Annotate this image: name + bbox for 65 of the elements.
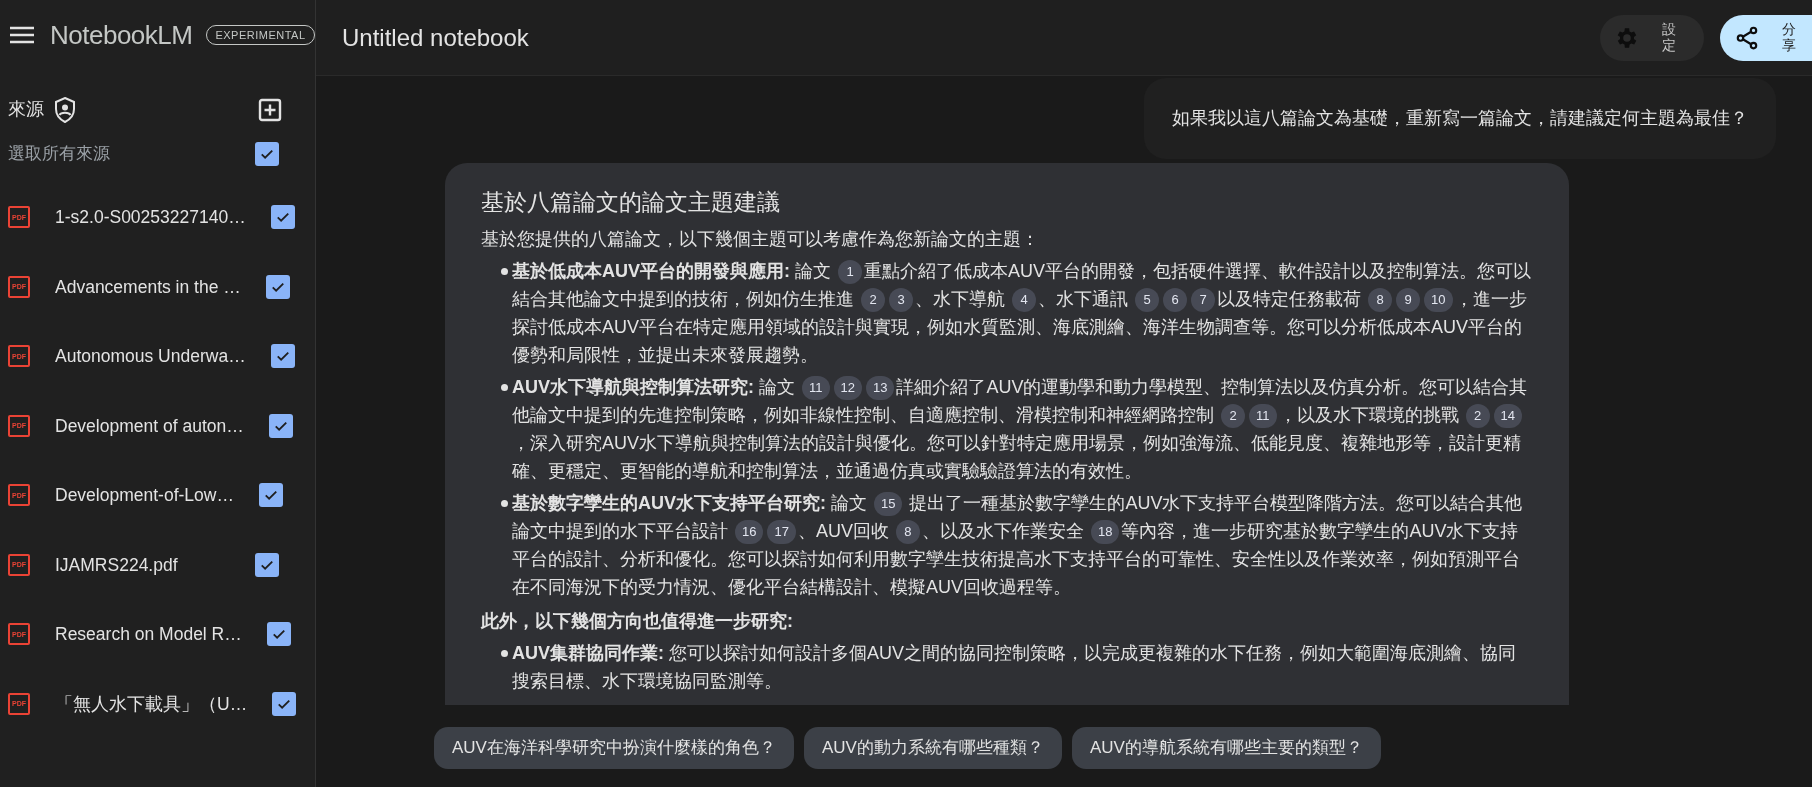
citation-button[interactable]: 7 — [1191, 287, 1216, 312]
citation-button[interactable]: 1 — [838, 259, 862, 284]
source-title: Research on Model R… — [55, 623, 242, 647]
answer-paragraph: AUV集群協同作業: 您可以探討如何設計多個AUV之間的協同控制策略，以完成更複雜的水下任務，例如大範圍海底測繪、協同搜索目標、水下環境協同監測等。 — [512, 642, 1517, 693]
bullet-icon — [501, 650, 508, 657]
menu-icon — [10, 26, 34, 44]
citation-button[interactable]: 12 — [833, 375, 862, 400]
checkbox[interactable] — [270, 205, 295, 230]
checkbox[interactable] — [265, 274, 290, 299]
checkbox[interactable] — [266, 622, 291, 647]
citation-button[interactable]: 8 — [895, 519, 920, 544]
citation-button[interactable]: 13 — [866, 375, 895, 400]
citation-button[interactable]: 4 — [1012, 287, 1037, 312]
citation-button[interactable]: 5 — [1135, 287, 1160, 312]
notebook-title: Untitled notebook — [342, 22, 529, 53]
checkbox[interactable] — [255, 141, 279, 166]
suggestion-chip[interactable]: AUV的動力系統有哪些種類？ — [803, 727, 1062, 769]
answer-paragraph: 基於您提供的八篇論文，以下幾個主題可以考慮作為您新論文的主題： — [481, 228, 1040, 251]
source-title: IJAMRS224.pdf — [55, 553, 178, 577]
share-button[interactable]: 分享 — [1720, 14, 1812, 61]
sources-heading: 來源 — [8, 98, 44, 121]
citation-button[interactable]: 11 — [802, 375, 830, 400]
source-title: Development of auton… — [55, 414, 244, 438]
answer-title: 基於八篇論文的論文主題建議 — [481, 188, 781, 217]
citation-button[interactable]: 6 — [1163, 287, 1188, 312]
citation-button[interactable]: 9 — [1396, 287, 1421, 312]
source-title: Autonomous Underwa… — [55, 345, 246, 369]
citation-button[interactable]: 14 — [1493, 403, 1522, 428]
checkbox[interactable] — [255, 552, 279, 577]
bullet-icon — [501, 500, 508, 507]
answer-paragraph: 基於低成本AUV平台的開發與應用: 論文 1 重點介紹了低成本AUV平台的開發，包括硬件選擇、軟件設計以及控制算法。您可以結合其他論文中提到的技術，例如仿生推進 2 3 、水下導航 4 、水下通訊 5 6 7 以及特定任務載荷 8 9 10 ，進一步探討低成本AUV平台在特定應用領域的設計與實現，例如水質監測、海底測繪、海洋生物調查等。您可以分析低成本AUV平台的優勢和局限性，並提出未來發展趨勢。 — [512, 258, 1533, 367]
answer-paragraph: AUV水下導航與控制算法研究: 論文 11 12 13 詳細介紹了AUV的運動學和動力學模型、控制算法以及仿真分析。您可以結合其他論文中提到的先進控制策略，例如非線性控制、自適應控制、滑模控制和神經網路控制 2 11 ，以及水下環境的挑戰 2 14 ，深入研究AUV水下導航與控制算法的設計與優化。您可以針對特定應用場景，例如強海流、低能見度、複雜地形等，設計更精確、更穩定、更智能的導航和控制算法，並通過仿真或實驗驗證算法的有效性。 — [512, 374, 1529, 483]
citation-button[interactable]: 3 — [889, 287, 913, 312]
source-title: Development-of-Low… — [55, 484, 234, 508]
citation-button[interactable]: 8 — [1368, 287, 1393, 312]
citation-button[interactable]: 18 — [1091, 519, 1120, 544]
citation-button[interactable]: 15 — [874, 491, 903, 516]
suggestion-chip[interactable]: AUV在海洋科學研究中扮演什麼樣的角色？ — [434, 727, 794, 769]
app-logo: NotebookLM — [50, 18, 193, 52]
source-title: 「無人水下載具」（U… — [55, 692, 248, 716]
citation-button[interactable]: 2 — [1465, 403, 1490, 428]
bullet-icon — [501, 384, 508, 391]
citation-button[interactable]: 16 — [735, 519, 764, 544]
checkbox[interactable] — [272, 691, 297, 716]
add-icon — [258, 97, 282, 122]
citation-button[interactable]: 11 — [1249, 403, 1277, 428]
settings-button[interactable]: 設定 — [1600, 14, 1704, 61]
citation-button[interactable]: 10 — [1424, 287, 1453, 312]
checkbox[interactable] — [270, 344, 295, 369]
share-icon — [1734, 24, 1760, 51]
checkbox[interactable] — [258, 483, 283, 508]
question-bubble: 如果我以這八篇論文為基礎，重新寫一篇論文，請建議定何主題為最佳？ — [1144, 78, 1776, 159]
select-all-label: 選取所有來源 — [8, 143, 110, 165]
source-title: Advancements in the … — [55, 275, 241, 299]
citation-button[interactable]: 2 — [1221, 403, 1245, 428]
bullet-icon — [501, 268, 508, 275]
add-source-button[interactable] — [257, 96, 283, 123]
source-title: 1-s2.0-S00253227140… — [55, 206, 246, 230]
suggestion-chip[interactable]: AUV的導航系統有哪些主要的類型？ — [1071, 727, 1381, 769]
citation-button[interactable]: 17 — [767, 519, 796, 544]
answer-subheading: 此外，以下幾個方向也值得進一步研究: — [481, 610, 794, 633]
checkbox[interactable] — [268, 413, 293, 438]
shield-icon — [54, 96, 76, 123]
citation-button[interactable]: 2 — [861, 287, 885, 312]
answer-paragraph: 基於數字孿生的AUV水下支持平台研究: 論文 15 提出了一種基於數字孿生的AUV水下支持平台模型降階方法。您可以結合其他論文中提到的水下平台設計 16 17 、AUV回收 8 、以及水下作業安全 18 等內容，進一步研究基於數字孿生的AUV水下支持平台的設計、分析和優化。您可以探討如何利用數字孿生技術提高水下支持平台的可靠性、安全性以及作業效率，例如預測平台在不同海況下的受力情況、優化平台結構設計、模擬AUV回收過程等。 — [512, 490, 1524, 599]
